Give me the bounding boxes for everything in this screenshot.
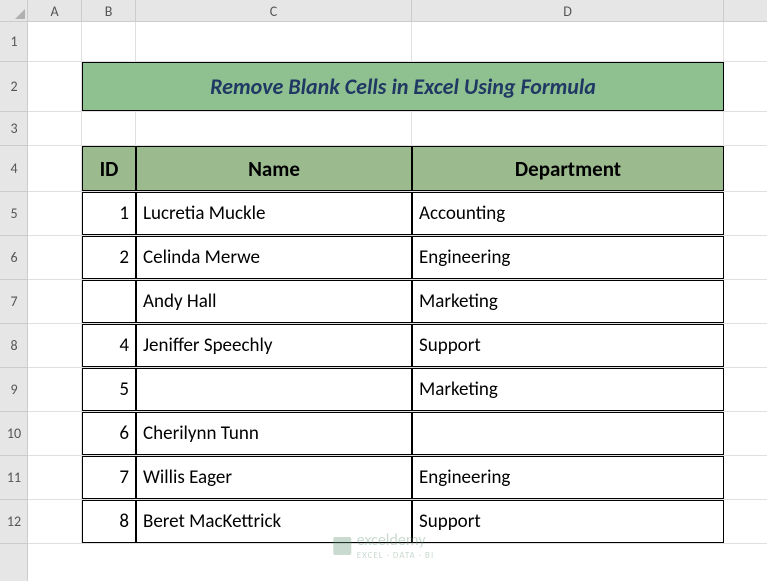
row-header-5[interactable]: 5: [0, 192, 28, 236]
cell[interactable]: [28, 112, 82, 145]
row-header-2[interactable]: 2: [0, 62, 28, 112]
table-row: 2 Celinda Merwe Engineering: [28, 236, 767, 280]
cell[interactable]: [28, 22, 82, 61]
cell-department[interactable]: Support: [412, 324, 724, 367]
row-header-7[interactable]: 7: [0, 280, 28, 324]
cell-department[interactable]: Accounting: [412, 192, 724, 235]
select-all-corner[interactable]: [0, 0, 28, 22]
cell-name[interactable]: Lucretia Muckle: [136, 192, 412, 235]
grid: Remove Blank Cells in Excel Using Formul…: [28, 22, 767, 581]
grid-row: [28, 112, 767, 146]
cell[interactable]: [28, 280, 82, 323]
cell[interactable]: [28, 324, 82, 367]
row-header-9[interactable]: 9: [0, 368, 28, 412]
watermark-brand: exceldemy: [357, 531, 434, 550]
row-headers: 1 2 3 4 5 6 7 8 9 10 11 12: [0, 22, 28, 581]
table-row: 7 Willis Eager Engineering: [28, 456, 767, 500]
cell-name[interactable]: [136, 368, 412, 411]
watermark: exceldemy EXCEL · DATA · BI: [333, 531, 434, 561]
table-header-id[interactable]: ID: [82, 146, 136, 191]
cell[interactable]: [28, 236, 82, 279]
grid-row: Remove Blank Cells in Excel Using Formul…: [28, 62, 767, 112]
cell[interactable]: [28, 62, 82, 111]
cell-department[interactable]: Engineering: [412, 456, 724, 499]
cell-id[interactable]: 4: [82, 324, 136, 367]
cell-department[interactable]: Engineering: [412, 236, 724, 279]
cell-id[interactable]: 2: [82, 236, 136, 279]
cell-id[interactable]: 1: [82, 192, 136, 235]
cell-id[interactable]: 6: [82, 412, 136, 455]
cell[interactable]: [28, 368, 82, 411]
cell[interactable]: [412, 22, 724, 61]
col-header-d[interactable]: D: [412, 0, 724, 22]
cell-id[interactable]: 8: [82, 500, 136, 543]
row-header-12[interactable]: 12: [0, 500, 28, 544]
table-row: 6 Cherilynn Tunn: [28, 412, 767, 456]
col-header-a[interactable]: A: [28, 0, 82, 22]
cell-id[interactable]: [82, 280, 136, 323]
row-header-8[interactable]: 8: [0, 324, 28, 368]
cell[interactable]: [136, 22, 412, 61]
cell[interactable]: [28, 456, 82, 499]
cell-id[interactable]: 5: [82, 368, 136, 411]
cell-name[interactable]: Andy Hall: [136, 280, 412, 323]
cell-department[interactable]: Marketing: [412, 280, 724, 323]
grid-row: ID Name Department: [28, 146, 767, 192]
title-cell[interactable]: Remove Blank Cells in Excel Using Formul…: [82, 62, 724, 111]
cell-name[interactable]: Cherilynn Tunn: [136, 412, 412, 455]
row-header-4[interactable]: 4: [0, 146, 28, 192]
cell-name[interactable]: Celinda Merwe: [136, 236, 412, 279]
cell[interactable]: [28, 146, 82, 191]
cell-department[interactable]: Marketing: [412, 368, 724, 411]
table-row: 1 Lucretia Muckle Accounting: [28, 192, 767, 236]
row-header-11[interactable]: 11: [0, 456, 28, 500]
table-header-name[interactable]: Name: [136, 146, 412, 191]
cell[interactable]: [82, 22, 136, 61]
cell[interactable]: [412, 112, 724, 145]
cell-name[interactable]: Willis Eager: [136, 456, 412, 499]
table-row: 4 Jeniffer Speechly Support: [28, 324, 767, 368]
cell[interactable]: [28, 500, 82, 543]
cell-department[interactable]: [412, 412, 724, 455]
cell-department[interactable]: Support: [412, 500, 724, 543]
table-header-department[interactable]: Department: [412, 146, 724, 191]
watermark-sub: EXCEL · DATA · BI: [357, 550, 434, 561]
grid-row: [28, 22, 767, 62]
cell[interactable]: [136, 112, 412, 145]
row-header-3[interactable]: 3: [0, 112, 28, 146]
column-headers: A B C D: [28, 0, 767, 22]
watermark-logo-icon: [333, 537, 351, 555]
cell[interactable]: [28, 192, 82, 235]
col-header-b[interactable]: B: [82, 0, 136, 22]
row-header-1[interactable]: 1: [0, 22, 28, 62]
row-header-6[interactable]: 6: [0, 236, 28, 280]
cell-name[interactable]: Jeniffer Speechly: [136, 324, 412, 367]
cell-id[interactable]: 7: [82, 456, 136, 499]
row-header-10[interactable]: 10: [0, 412, 28, 456]
table-row: 5 Marketing: [28, 368, 767, 412]
cell[interactable]: [28, 412, 82, 455]
table-row: Andy Hall Marketing: [28, 280, 767, 324]
cell[interactable]: [82, 112, 136, 145]
spreadsheet: A B C D 1 2 3 4 5 6 7 8 9 10 11 12 Remov…: [0, 0, 767, 581]
col-header-c[interactable]: C: [136, 0, 412, 22]
